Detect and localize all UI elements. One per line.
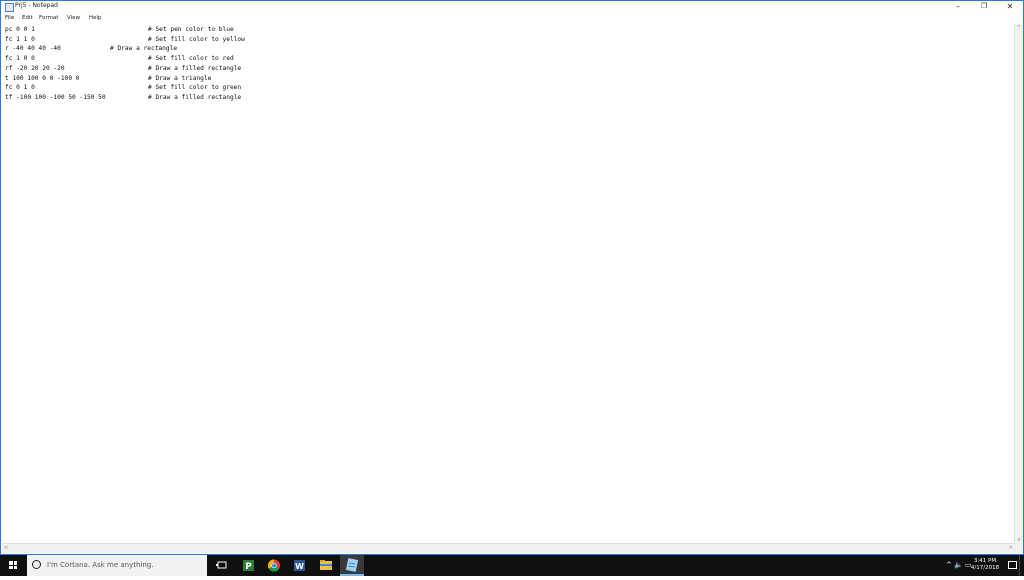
taskbar-app-chrome[interactable] — [262, 555, 286, 576]
scroll-up-arrow-icon[interactable]: ^ — [1015, 24, 1023, 32]
taskbar-app-publisher[interactable]: P — [237, 555, 261, 576]
comment-line-3: # Draw a rectangle — [110, 45, 178, 53]
start-button[interactable] — [0, 555, 26, 576]
code-line-6: t 100 100 0 0 -100 0 — [5, 74, 80, 82]
restore-button[interactable]: ❐ — [971, 1, 997, 13]
cortana-search-box[interactable]: I'm Cortana. Ask me anything. — [27, 555, 207, 576]
action-center-icon[interactable] — [1008, 561, 1017, 569]
code-line-4: fc 1 0 0 — [5, 55, 35, 63]
notepad-icon — [5, 3, 14, 12]
taskbar-app-word[interactable]: W — [288, 555, 312, 576]
taskbar: I'm Cortana. Ask me anything. P W ^ 🔈 ▭ … — [0, 555, 1024, 576]
scroll-down-arrow-icon[interactable]: v — [1015, 536, 1023, 544]
menu-edit[interactable]: Edit — [22, 15, 33, 22]
code-line-5: rf -20 20 20 -20 — [5, 64, 65, 72]
code-line-2: fc 1 1 0 — [5, 35, 35, 43]
comment-line-1: # Set pen color to blue — [148, 26, 234, 33]
text-editor[interactable]: pc 0 0 1 # Set pen color to blue fc 1 1 … — [2, 24, 1015, 544]
chrome-icon — [267, 559, 280, 572]
svg-text:W: W — [295, 562, 304, 571]
comment-line-6: # Draw a triangle — [148, 74, 212, 82]
minimize-button[interactable]: – — [945, 1, 971, 13]
clock-time: 3:41 PM — [973, 558, 997, 564]
menu-format[interactable]: Format — [39, 15, 58, 22]
windows-logo-icon — [9, 561, 17, 569]
folder-icon — [320, 560, 332, 570]
title-bar[interactable]: Prj5 - Notepad – ❐ ✕ — [1, 1, 1023, 13]
resize-grip[interactable] — [1015, 544, 1023, 553]
task-view-button[interactable] — [210, 555, 234, 576]
menu-file[interactable]: File — [5, 15, 14, 22]
notepad-window: Prj5 - Notepad – ❐ ✕ File Edit Format Vi… — [0, 0, 1024, 555]
scroll-left-arrow-icon[interactable]: < — [2, 544, 10, 553]
scroll-right-arrow-icon[interactable]: > — [1007, 544, 1015, 553]
task-view-icon — [216, 561, 227, 569]
comment-line-4: # Set fill color to red — [148, 55, 234, 63]
menu-bar: File Edit Format View Help — [1, 13, 1023, 23]
vertical-scrollbar[interactable]: ^ v — [1014, 24, 1023, 544]
publisher-icon: P — [243, 560, 254, 572]
window-title: Prj5 - Notepad — [15, 2, 58, 9]
code-line-3: r -40 40 40 -40 — [5, 45, 61, 53]
search-placeholder: I'm Cortana. Ask me anything. — [47, 561, 154, 569]
horizontal-scrollbar[interactable]: < > — [2, 543, 1015, 553]
menu-help[interactable]: Help — [89, 15, 102, 22]
close-button[interactable]: ✕ — [997, 1, 1023, 13]
comment-line-5: # Draw a filled rectangle — [148, 64, 242, 72]
cortana-icon — [32, 560, 41, 569]
code-line-1: pc 0 0 1 — [5, 26, 35, 33]
menu-view[interactable]: View — [67, 15, 80, 22]
svg-text:P: P — [245, 562, 252, 572]
code-line-7: fc 0 1 0 — [5, 84, 35, 92]
taskbar-app-file-explorer[interactable] — [314, 555, 338, 576]
show-desktop-button[interactable] — [1019, 555, 1024, 576]
system-tray-icons[interactable]: ^ 🔈 ▭ — [946, 555, 972, 576]
clock-date: 4/17/2018 — [970, 565, 1000, 571]
word-icon: W — [294, 560, 305, 571]
code-line-8: tf -100 100 -100 50 -150 50 — [5, 93, 106, 101]
comment-line-7: # Set fill color to green — [148, 84, 242, 92]
taskbar-app-notepad[interactable] — [340, 555, 364, 576]
notepad-app-icon — [345, 558, 359, 572]
comment-line-8: # Draw a filled rectangle — [148, 93, 242, 101]
comment-line-2: # Set fill color to yellow — [148, 35, 245, 43]
clock[interactable]: 3:41 PM 4/17/2018 — [970, 558, 1000, 572]
